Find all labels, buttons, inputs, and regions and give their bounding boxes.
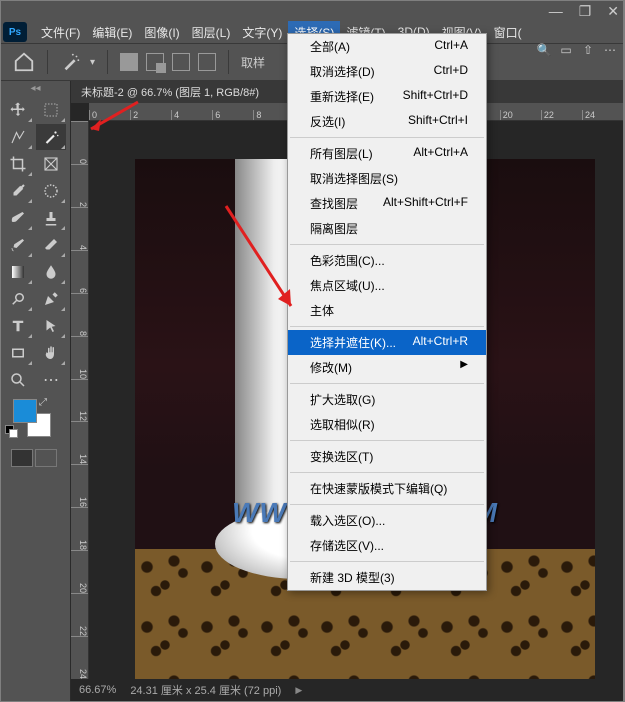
tool-panel: ◂◂: [1, 81, 71, 701]
hand-tool[interactable]: [36, 340, 66, 366]
stamp-tool[interactable]: [36, 205, 66, 231]
close-button[interactable]: ✕: [607, 3, 619, 20]
menu-item[interactable]: 重新选择(E)Shift+Ctrl+D: [288, 84, 486, 109]
menu-item[interactable]: 取消选择图层(S): [288, 166, 486, 191]
frame-tool[interactable]: [36, 151, 66, 177]
quickmask-mode[interactable]: [35, 449, 57, 467]
menu-item[interactable]: 变换选区(T): [288, 444, 486, 469]
menu-item[interactable]: 存储选区(V)...: [288, 533, 486, 558]
menu-item[interactable]: 新建 3D 模型(3): [288, 565, 486, 590]
menu-type[interactable]: 文字(Y): [236, 21, 288, 44]
menu-item[interactable]: 扩大选取(G): [288, 387, 486, 412]
menu-item[interactable]: 焦点区域(U)...: [288, 273, 486, 298]
menu-item[interactable]: 选择并遮住(K)...Alt+Ctrl+R: [288, 330, 486, 355]
home-icon[interactable]: [13, 51, 35, 73]
menu-image[interactable]: 图像(I): [138, 21, 185, 44]
share-icon[interactable]: ⇧: [579, 41, 597, 59]
menu-layer[interactable]: 图层(L): [186, 21, 237, 44]
menu-item[interactable]: 取消选择(D)Ctrl+D: [288, 59, 486, 84]
menu-item[interactable]: 在快速蒙版模式下编辑(Q): [288, 476, 486, 501]
menu-item[interactable]: 载入选区(O)...: [288, 508, 486, 533]
zoom-level[interactable]: 66.67%: [79, 684, 116, 696]
workspace-options: 🔍 ▭ ⇧ ⋯: [535, 41, 619, 59]
marquee-tool[interactable]: [36, 97, 66, 123]
lasso-tool[interactable]: [3, 124, 33, 150]
dodge-tool[interactable]: [3, 286, 33, 312]
swap-colors-icon[interactable]: ⤢: [39, 397, 47, 408]
panel-icon[interactable]: ▭: [557, 41, 575, 59]
selection-intersect-icon[interactable]: [198, 53, 216, 71]
menu-item[interactable]: 全部(A)Ctrl+A: [288, 34, 486, 59]
color-swatches[interactable]: ⤢: [1, 395, 70, 445]
type-tool[interactable]: [3, 313, 33, 339]
window-titlebar: — ❐ ✕: [1, 1, 623, 21]
app-logo: Ps: [3, 22, 27, 42]
tool-panel-toggle[interactable]: ◂◂: [1, 81, 70, 95]
mask-mode: [1, 445, 70, 471]
default-colors-icon[interactable]: [5, 425, 15, 435]
menu-item[interactable]: 查找图层Alt+Shift+Ctrl+F: [288, 191, 486, 216]
menu-item[interactable]: 选取相似(R): [288, 412, 486, 437]
brush-tool[interactable]: [3, 205, 33, 231]
selection-subtract-icon[interactable]: [172, 53, 190, 71]
history-brush-tool[interactable]: [3, 232, 33, 258]
menu-edit[interactable]: 编辑(E): [86, 21, 138, 44]
path-select-tool[interactable]: [36, 313, 66, 339]
eraser-tool[interactable]: [36, 232, 66, 258]
menu-item[interactable]: 所有图层(L)Alt+Ctrl+A: [288, 141, 486, 166]
select-menu-dropdown: 全部(A)Ctrl+A取消选择(D)Ctrl+D重新选择(E)Shift+Ctr…: [287, 33, 487, 591]
move-tool[interactable]: [3, 97, 33, 123]
menu-item[interactable]: 修改(M)▶: [288, 355, 486, 380]
foreground-color[interactable]: [13, 399, 37, 423]
gradient-tool[interactable]: [3, 259, 33, 285]
zoom-tool[interactable]: [3, 367, 33, 393]
standard-mode[interactable]: [11, 449, 33, 467]
crop-tool[interactable]: [3, 151, 33, 177]
healing-tool[interactable]: [36, 178, 66, 204]
blur-tool[interactable]: [36, 259, 66, 285]
menu-item[interactable]: 反选(I)Shift+Ctrl+I: [288, 109, 486, 134]
more-icon[interactable]: ⋯: [601, 41, 619, 59]
menu-window[interactable]: 窗口(: [488, 21, 528, 44]
magic-wand-tool[interactable]: [36, 124, 66, 150]
search-icon[interactable]: 🔍: [535, 41, 553, 59]
selection-add-icon[interactable]: [146, 53, 164, 71]
wand-icon[interactable]: [60, 51, 82, 73]
minimize-button[interactable]: —: [549, 3, 563, 19]
edit-toolbar[interactable]: ⋯: [36, 367, 66, 393]
status-bar: 66.67% 24.31 厘米 x 25.4 厘米 (72 ppi) ▶: [71, 679, 623, 701]
pen-tool[interactable]: [36, 286, 66, 312]
menu-item[interactable]: 色彩范围(C)...: [288, 248, 486, 273]
sample-label: 取样: [241, 54, 265, 71]
eyedropper-tool[interactable]: [3, 178, 33, 204]
document-dimensions: 24.31 厘米 x 25.4 厘米 (72 ppi): [130, 682, 281, 698]
selection-new-icon[interactable]: [120, 53, 138, 71]
menu-item[interactable]: 隔离图层: [288, 216, 486, 241]
ruler-vertical: 024681012141618202224: [71, 121, 89, 679]
menu-item[interactable]: 主体: [288, 298, 486, 323]
menu-file[interactable]: 文件(F): [35, 21, 86, 44]
restore-button[interactable]: ❐: [579, 3, 592, 20]
rectangle-tool[interactable]: [3, 340, 33, 366]
